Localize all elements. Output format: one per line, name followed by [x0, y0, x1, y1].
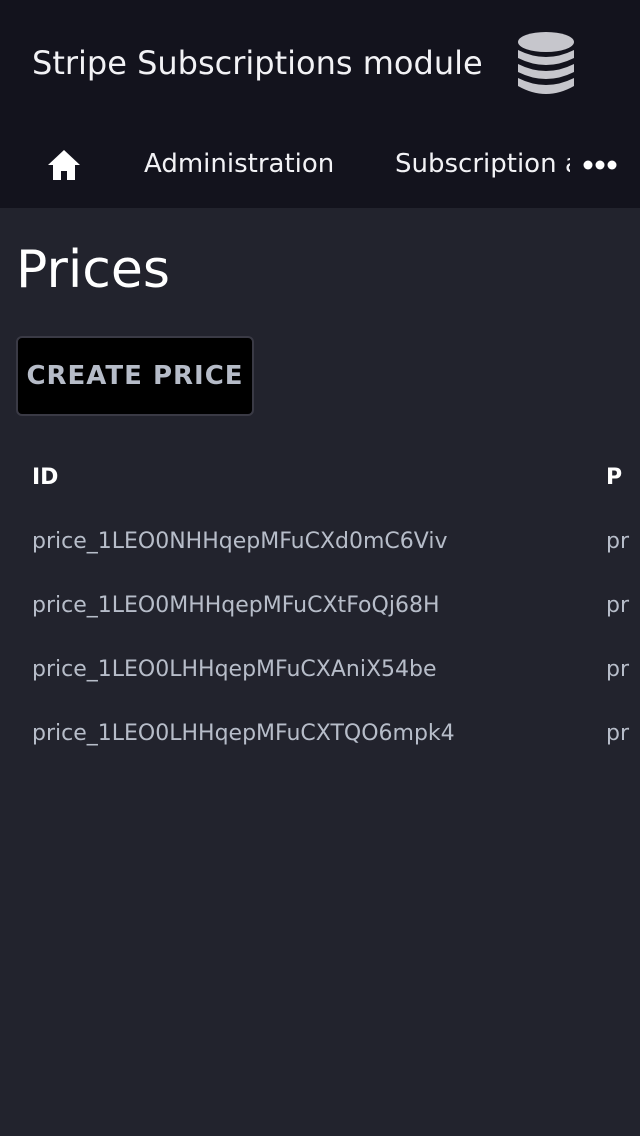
table-row-p[interactable]: pr — [606, 720, 640, 748]
table-row-id[interactable]: price_1LEO0NHHqepMFuCXd0mC6Viv — [32, 528, 448, 556]
more-horizontal-icon[interactable] — [582, 158, 618, 172]
table-row-id[interactable]: price_1LEO0MHHqepMFuCXtFoQj68H — [32, 592, 439, 620]
table-row-p[interactable]: pr — [606, 528, 640, 556]
nav-item-administration[interactable]: Administration — [144, 148, 334, 180]
home-icon[interactable] — [46, 148, 82, 182]
table-row-p[interactable]: pr — [606, 656, 640, 684]
nav-item-subscriptions[interactable]: Subscription a — [395, 148, 570, 180]
database-icon — [518, 32, 574, 94]
table-row-p[interactable]: pr — [606, 592, 640, 620]
column-header-id[interactable]: ID — [32, 464, 58, 492]
table-row-id[interactable]: price_1LEO0LHHqepMFuCXTQO6mpk4 — [32, 720, 455, 748]
table-row-id[interactable]: price_1LEO0LHHqepMFuCXAniX54be — [32, 656, 437, 684]
page-title: Prices — [16, 240, 170, 300]
column-header-p[interactable]: P — [606, 464, 622, 492]
create-price-button[interactable]: CREATE PRICE — [16, 336, 254, 416]
app-title: Stripe Subscriptions module — [32, 44, 483, 82]
